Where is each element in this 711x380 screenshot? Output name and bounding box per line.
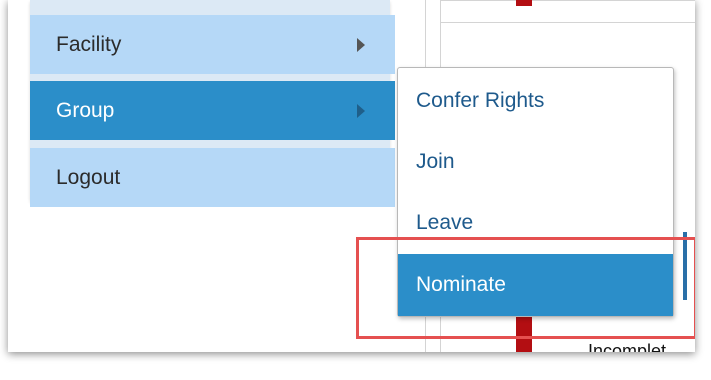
background-divider [440, 0, 695, 1]
background-divider [440, 22, 695, 23]
submenu-item-label: Confer Rights [416, 89, 545, 112]
chevron-right-icon [357, 37, 365, 52]
submenu-item-label: Join [416, 150, 455, 173]
sidebar-item-label: Group [56, 98, 115, 122]
background-blue-edge [683, 232, 687, 300]
background-red-bar [516, 0, 532, 6]
sidebar-item-facility[interactable]: Facility [30, 15, 395, 74]
submenu-item-label: Nominate [416, 273, 506, 296]
chevron-right-icon [357, 103, 365, 118]
status-text: Incomplet [588, 341, 667, 352]
submenu-item-confer-rights[interactable]: Confer Rights [398, 70, 673, 132]
sidebar-item-logout[interactable]: Logout [30, 148, 395, 207]
sidebar-item-group[interactable]: Group [30, 81, 395, 140]
sidebar-item-label: Facility [56, 32, 122, 56]
submenu-item-nominate[interactable]: Nominate [398, 254, 673, 316]
submenu-item-leave[interactable]: Leave [398, 192, 673, 254]
sidebar-item-label: Logout [56, 165, 121, 189]
background-red-bar [516, 315, 532, 352]
app-window: Incomplet Facility Group Logout Confer R… [8, 0, 695, 352]
submenu-item-join[interactable]: Join [398, 131, 673, 193]
submenu-item-label: Leave [416, 211, 474, 234]
group-submenu: Confer Rights Join Leave Nominate [397, 67, 674, 317]
